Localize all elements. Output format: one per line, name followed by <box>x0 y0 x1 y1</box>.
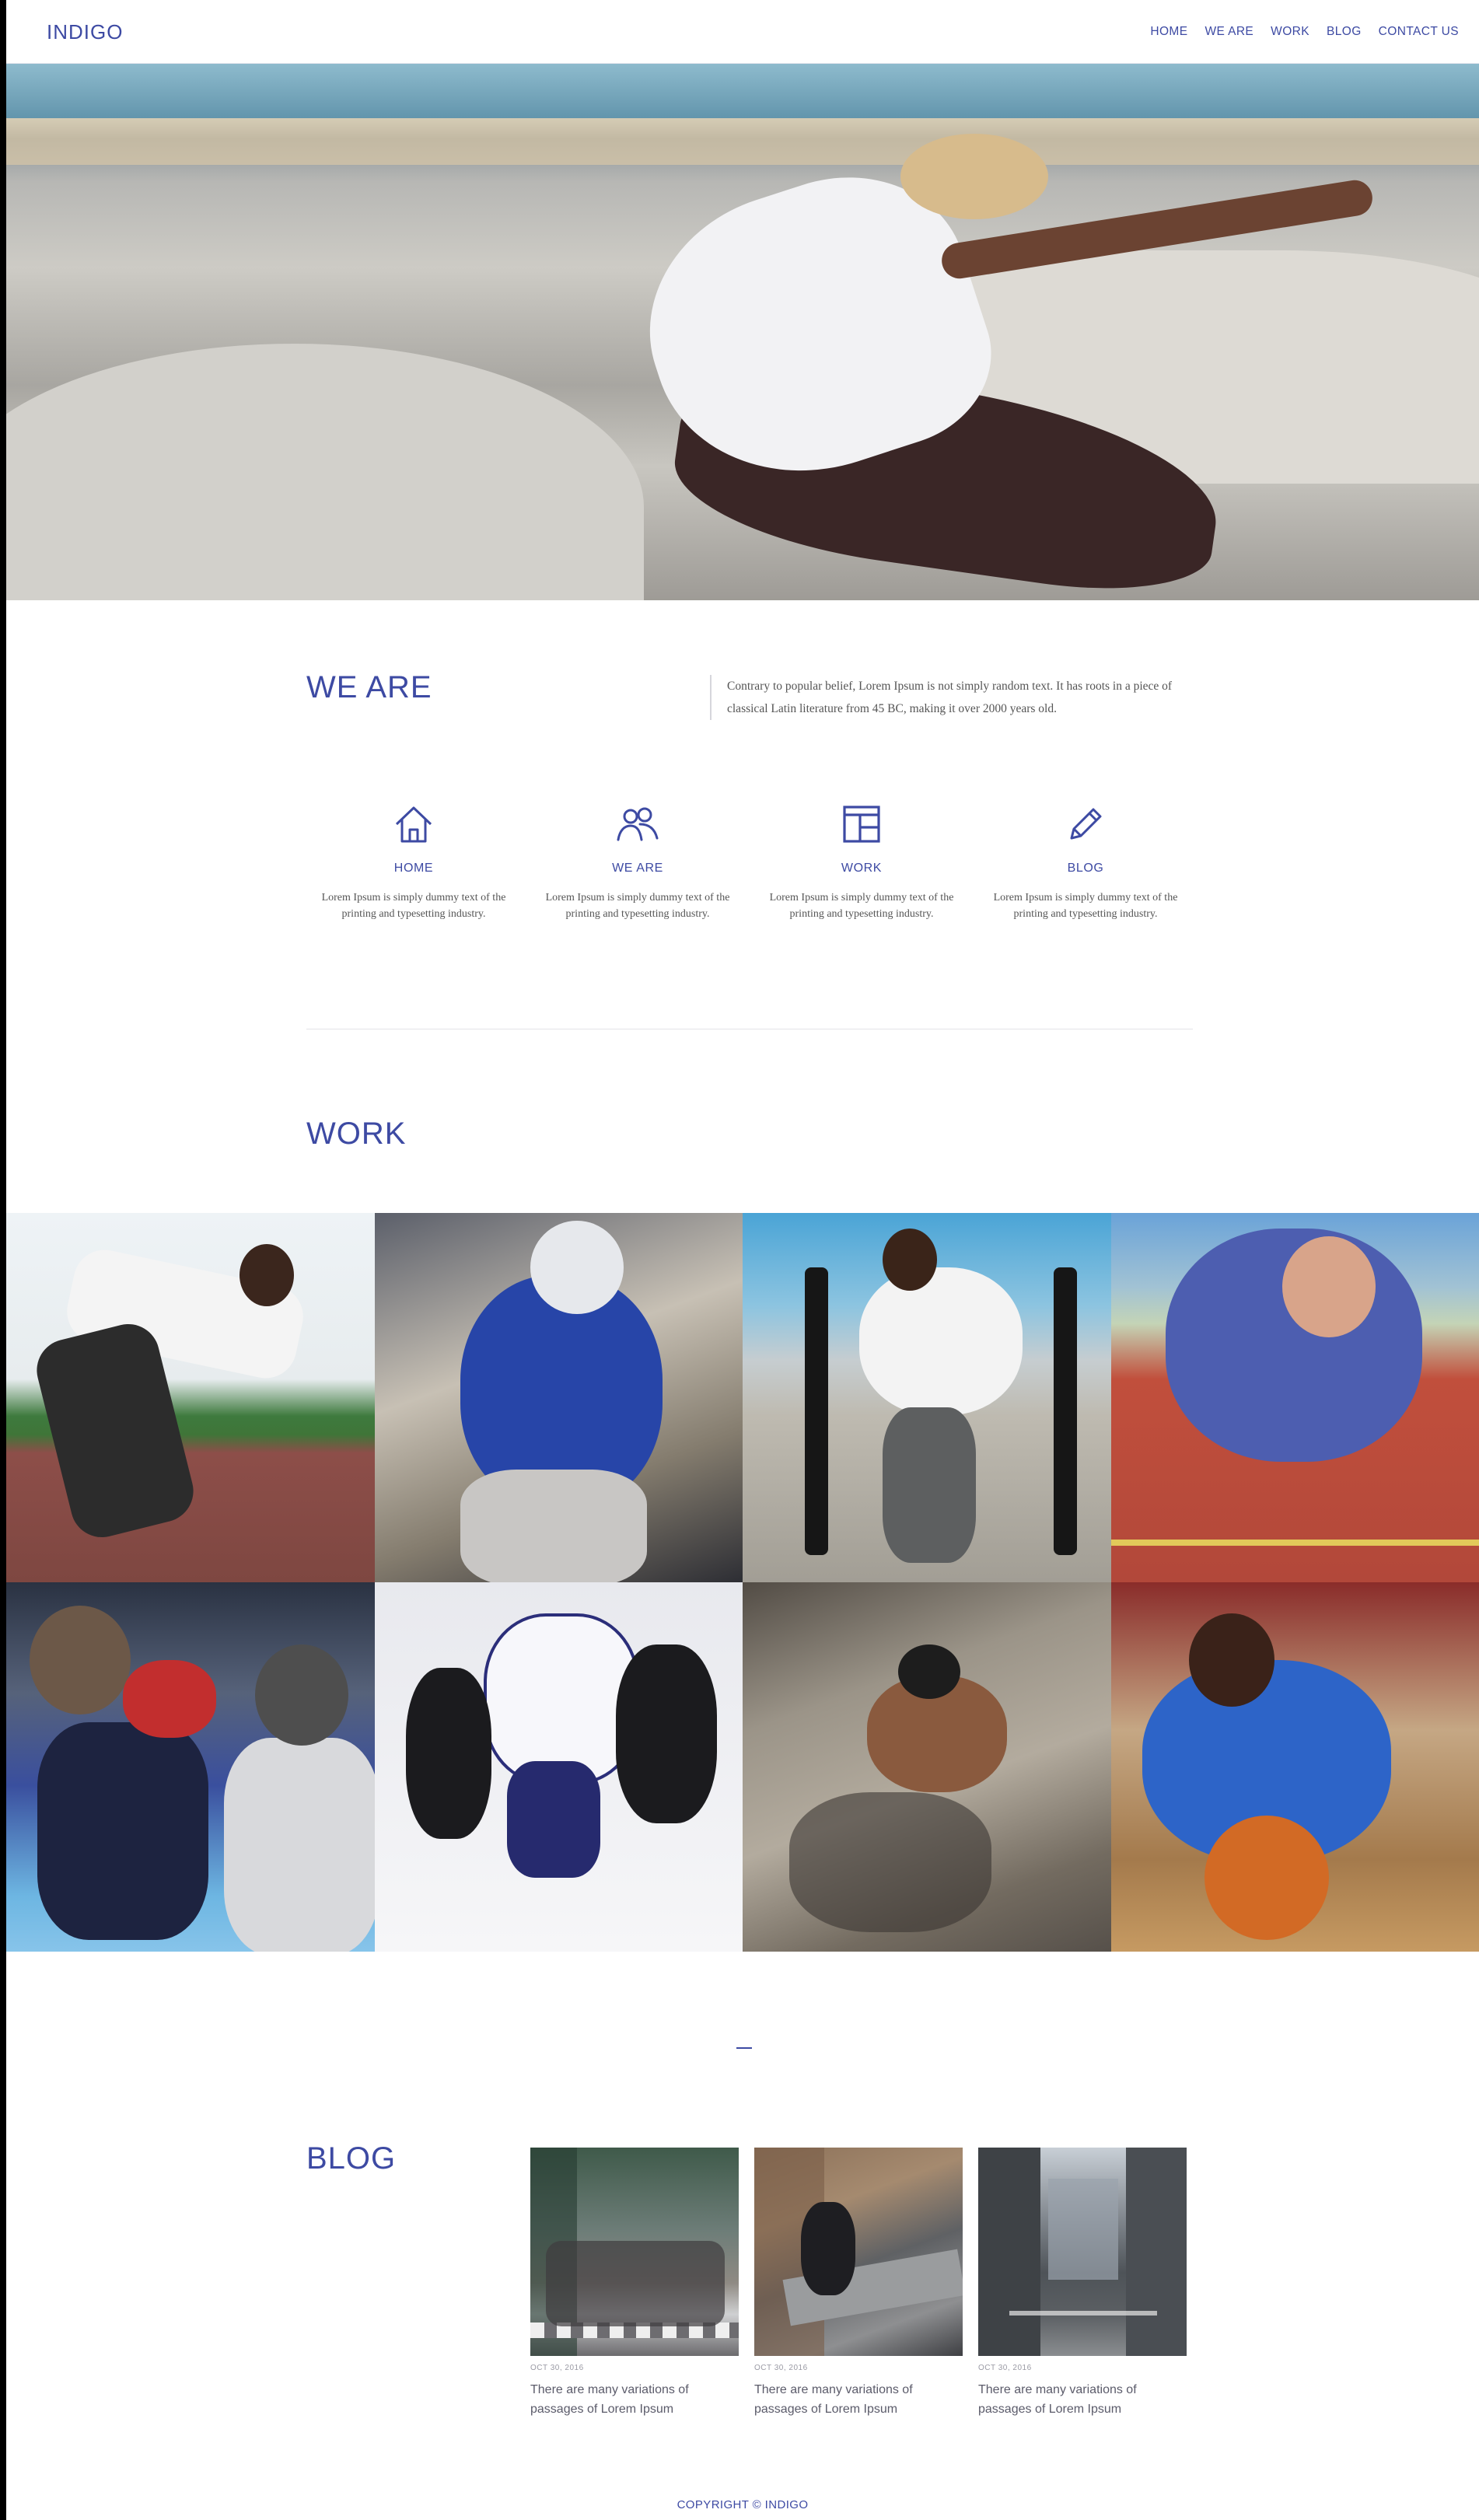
work-gallery <box>6 1213 1479 1952</box>
work-tile-quarterback[interactable] <box>374 1213 743 1582</box>
blog-post-date: OCT 30, 2016 <box>978 2364 1032 2372</box>
feature-title: BLOG <box>1067 862 1104 875</box>
hero-beach <box>6 118 1479 165</box>
hero-sea <box>6 64 1479 118</box>
blog-post-title[interactable]: There are many variations of passages of… <box>754 2380 963 2419</box>
blog-post-title[interactable]: There are many variations of passages of… <box>530 2380 739 2419</box>
blog-post[interactable]: OCT 30, 2016 There are many variations o… <box>754 2148 963 2419</box>
work-heading: WORK <box>306 1117 407 1151</box>
copyright: COPYRIGHT © INDIGO <box>677 2498 809 2511</box>
hero-skater-hat <box>900 134 1048 219</box>
feature-title: WORK <box>841 862 883 875</box>
feature-blog[interactable]: BLOG Lorem Ipsum is simply dummy text of… <box>978 801 1193 922</box>
blog-post-date: OCT 30, 2016 <box>754 2364 808 2372</box>
blog-post-date: OCT 30, 2016 <box>530 2364 584 2372</box>
hero-skate-bowl <box>6 344 644 600</box>
users-icon <box>617 807 659 841</box>
feature-title: WE ARE <box>612 862 663 875</box>
we-are-description: Contrary to popular belief, Lorem Ipsum … <box>710 675 1192 720</box>
section-marker <box>736 2047 752 2049</box>
blog-post-image-city-street[interactable] <box>978 2148 1187 2356</box>
page: INDIGO HOME WE ARE WORK BLOG CONTACT US … <box>6 0 1479 2520</box>
hero-image <box>6 64 1479 600</box>
layout-icon <box>843 806 880 843</box>
work-tile-skateboarder[interactable] <box>743 1582 1111 1952</box>
feature-home[interactable]: HOME Lorem Ipsum is simply dummy text of… <box>306 801 521 922</box>
top-nav: INDIGO HOME WE ARE WORK BLOG CONTACT US <box>6 0 1479 64</box>
feature-text: Lorem Ipsum is simply dummy text of the … <box>321 892 506 920</box>
nav-item-contact-us[interactable]: CONTACT US <box>1379 25 1459 39</box>
work-tile-sled-push[interactable] <box>743 1213 1111 1582</box>
work-tile-track-start[interactable] <box>1110 1213 1479 1582</box>
feature-text: Lorem Ipsum is simply dummy text of the … <box>993 892 1178 920</box>
work-tile-sprinter[interactable] <box>6 1213 375 1582</box>
features-row: HOME Lorem Ipsum is simply dummy text of… <box>306 801 1193 941</box>
blog-post-title[interactable]: There are many variations of passages of… <box>978 2380 1187 2419</box>
pencil-icon <box>1070 808 1102 840</box>
blog-heading: BLOG <box>306 2141 397 2176</box>
nav-item-we-are[interactable]: WE ARE <box>1205 25 1253 39</box>
feature-title: HOME <box>393 862 434 875</box>
work-tile-hockey[interactable] <box>374 1582 743 1952</box>
blog-post-image-crosswalk[interactable] <box>530 2148 739 2356</box>
blog-post[interactable]: OCT 30, 2016 There are many variations o… <box>978 2148 1187 2419</box>
work-tile-boxing[interactable] <box>6 1582 375 1952</box>
feature-text: Lorem Ipsum is simply dummy text of the … <box>769 892 954 920</box>
home-icon <box>395 806 432 843</box>
nav-item-blog[interactable]: BLOG <box>1327 25 1362 39</box>
blog-post[interactable]: OCT 30, 2016 There are many variations o… <box>530 2148 739 2419</box>
nav-menu: HOME WE ARE WORK BLOG CONTACT US <box>1150 25 1459 39</box>
feature-we-are[interactable]: WE ARE Lorem Ipsum is simply dummy text … <box>530 801 745 922</box>
nav-item-work[interactable]: WORK <box>1271 25 1309 39</box>
feature-text: Lorem Ipsum is simply dummy text of the … <box>545 892 730 920</box>
work-tile-basketball[interactable] <box>1110 1582 1479 1952</box>
logo[interactable]: INDIGO <box>47 20 123 44</box>
nav-item-home[interactable]: HOME <box>1150 25 1187 39</box>
blog-post-image-ledge[interactable] <box>754 2148 963 2356</box>
feature-work[interactable]: WORK Lorem Ipsum is simply dummy text of… <box>754 801 969 922</box>
we-are-heading: WE ARE <box>306 670 432 704</box>
blog-posts: OCT 30, 2016 There are many variations o… <box>530 2148 1193 2427</box>
